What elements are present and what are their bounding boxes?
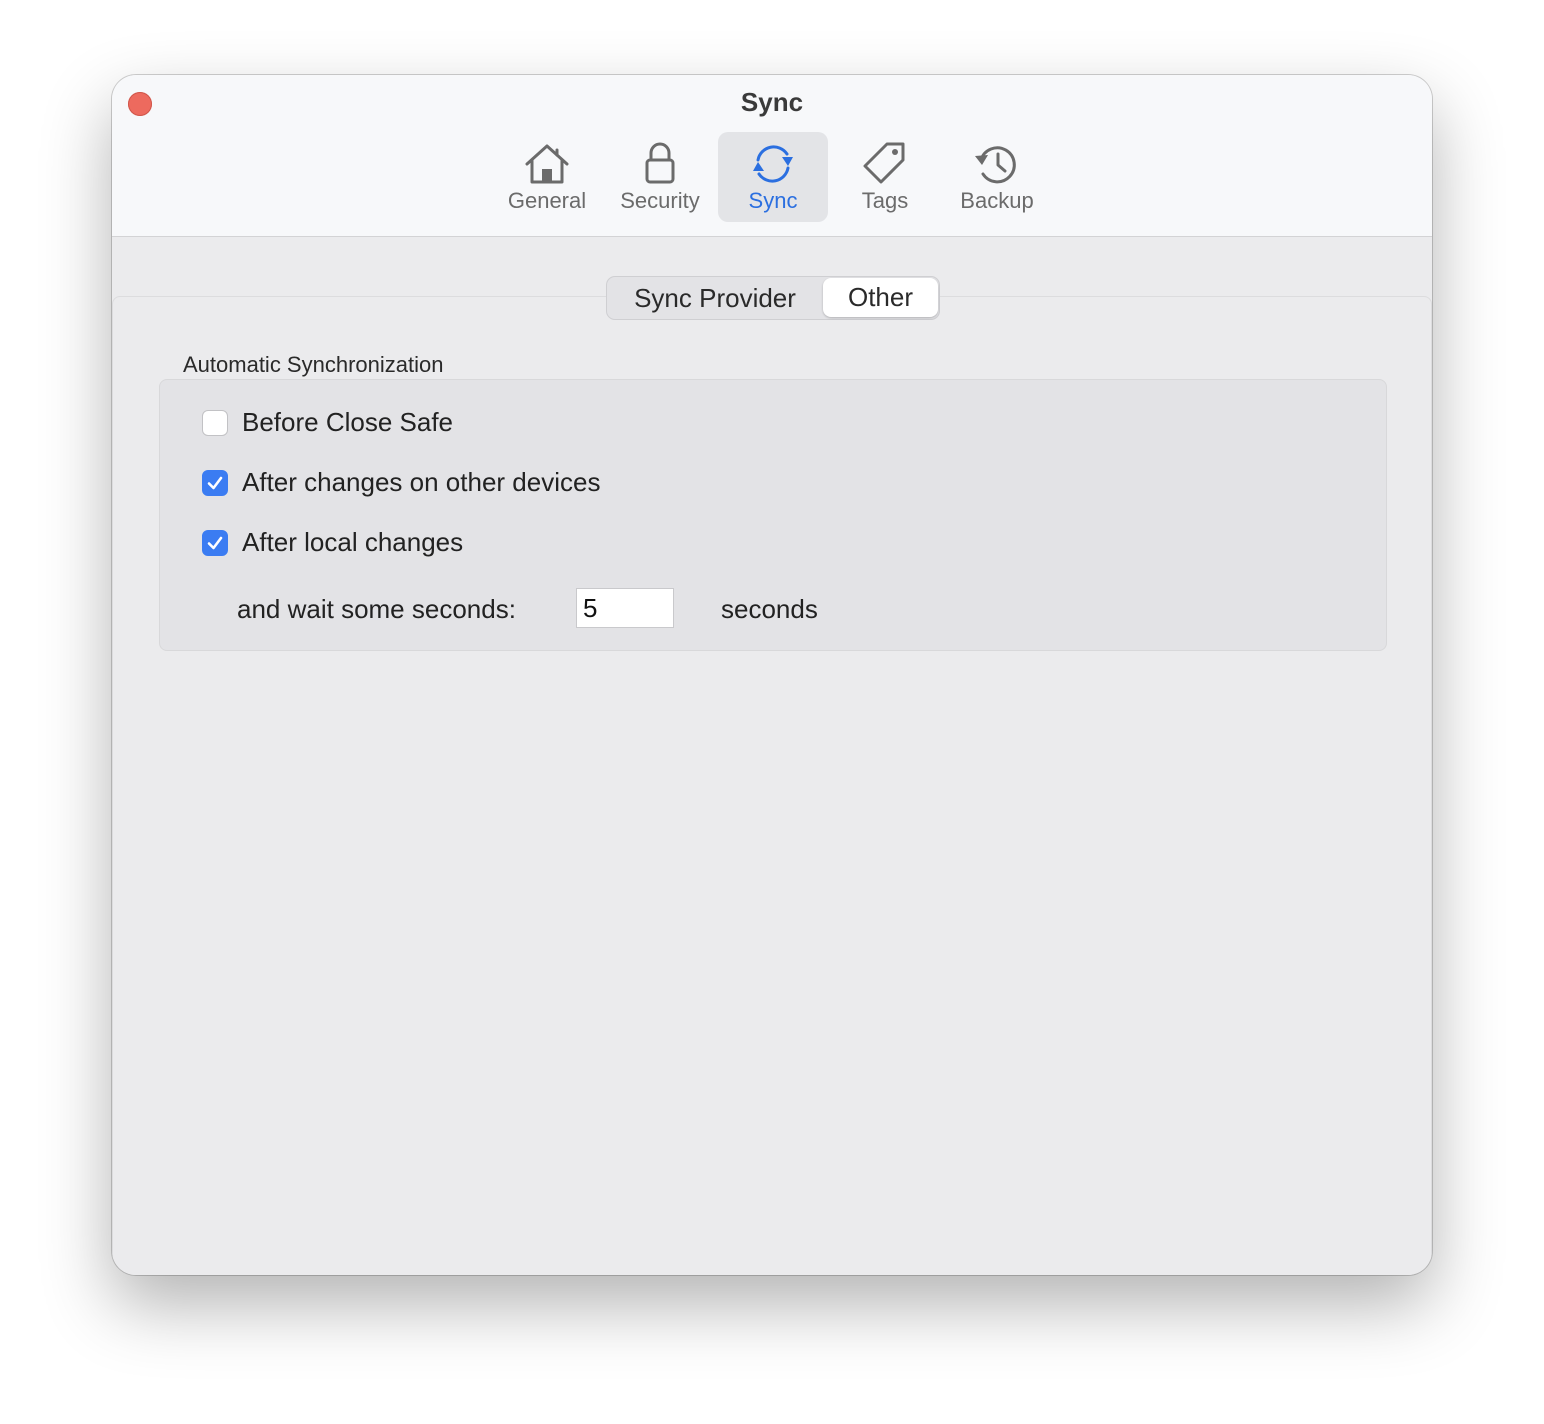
- tab-other[interactable]: Other: [823, 278, 938, 317]
- checkbox-label: After changes on other devices: [242, 467, 601, 497]
- lock-icon: [645, 142, 675, 184]
- group-title: Automatic Synchronization: [183, 352, 444, 377]
- toolbar-item-label: Backup: [960, 188, 1034, 213]
- toolbar-item-backup[interactable]: Backup: [942, 132, 1052, 222]
- history-icon: [975, 146, 1016, 184]
- sync-icon: [753, 145, 793, 183]
- content-panel: Automatic Synchronization Before Close S…: [112, 296, 1432, 1275]
- checkbox-label: After local changes: [242, 527, 464, 557]
- tag-icon: [863, 142, 905, 184]
- checkbox[interactable]: [202, 530, 228, 556]
- house-icon: [525, 144, 569, 184]
- wait-seconds-label: and wait some seconds:: [237, 594, 516, 624]
- checkmark-icon: [207, 476, 223, 490]
- checkbox-label: Before Close Safe: [242, 407, 454, 437]
- tab-sync-provider[interactable]: Sync Provider: [607, 277, 823, 319]
- wait-seconds-input[interactable]: [576, 588, 674, 628]
- seconds-unit-label: seconds: [721, 594, 818, 624]
- tab-segmented-control: Sync Provider Other: [606, 276, 940, 320]
- preferences-toolbar: General Security Sync Tags Backup: [112, 132, 1432, 224]
- titlebar: Sync General Security Sync Tags Backup: [112, 75, 1432, 237]
- window-title: Sync: [740, 87, 804, 117]
- checkbox[interactable]: [202, 470, 228, 496]
- checkbox[interactable]: [202, 410, 228, 436]
- auto-sync-group: Before Close Safe After changes on other…: [159, 379, 1387, 651]
- preferences-window: Sync General Security Sync Tags Backup A…: [112, 75, 1432, 1275]
- checkmark-icon: [207, 536, 223, 550]
